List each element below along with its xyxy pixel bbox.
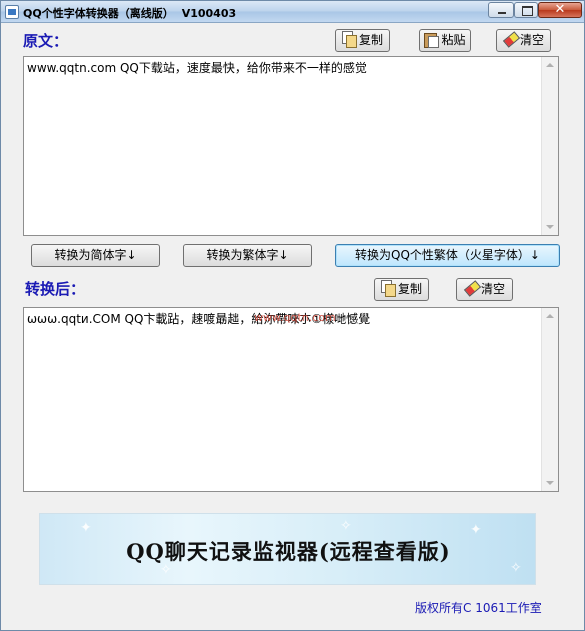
converted-scrollbar[interactable] (541, 308, 558, 491)
minimize-button[interactable] (488, 2, 514, 18)
convert-qq-font-button[interactable]: 转换为QQ个性繁体（火星字体）↓ (335, 244, 560, 267)
copy-icon (341, 31, 357, 48)
scroll-down-arrow-icon[interactable] (542, 218, 558, 235)
close-icon: ✕ (554, 2, 566, 17)
copy-converted-button[interactable]: 复制 (374, 278, 429, 301)
window-version: V100403 (181, 7, 237, 20)
clear-original-button[interactable]: 清空 (496, 29, 551, 52)
copy-icon (380, 280, 396, 297)
clear-converted-label: 清空 (480, 282, 505, 296)
sparkle-icon: ✧ (340, 518, 352, 534)
copy-original-button[interactable]: 复制 (335, 29, 390, 52)
scroll-up-arrow-icon[interactable] (542, 308, 558, 325)
window-title-text: QQ个性字体转换器（离线版） (23, 7, 174, 20)
paste-button[interactable]: 粘贴 (419, 29, 471, 52)
original-label: 原文： (23, 32, 69, 50)
banner-text: QQ聊天记录监视器(远程查看版) (126, 539, 451, 564)
original-text: www.qqtn.com QQ下载站，速度最快，给你带来不一样的感觉 (27, 61, 367, 75)
converted-textarea[interactable]: ωωω.qqtи.COM QQ卞載跕，趚喥朂趉，給沵帶唻朩①樣哋憾覺 www.q… (23, 307, 559, 492)
sparkle-icon: ✦ (80, 520, 92, 536)
promo-banner[interactable]: ✦ ✧ ✦ ✧ ✧ QQ聊天记录监视器(远程查看版) (39, 513, 536, 585)
converted-label: 转换后： (25, 280, 86, 298)
clear-original-label: 清空 (519, 33, 544, 47)
original-textarea[interactable]: www.qqtn.com QQ下载站，速度最快，给你带来不一样的感觉 (23, 56, 559, 236)
original-scrollbar[interactable] (541, 57, 558, 235)
maximize-button[interactable] (514, 2, 538, 18)
paste-icon (424, 31, 440, 48)
scroll-up-arrow-icon[interactable] (542, 57, 558, 74)
copy-converted-label: 复制 (397, 282, 422, 296)
convert-traditional-button[interactable]: 转换为繁体字↓ (183, 244, 312, 267)
app-icon (5, 5, 19, 19)
paste-label: 粘贴 (441, 33, 466, 47)
title-bar[interactable]: QQ个性字体转换器（离线版） V100403 ✕ (1, 1, 584, 23)
scroll-down-arrow-icon[interactable] (542, 474, 558, 491)
window-title: QQ个性字体转换器（离线版） V100403 (23, 5, 236, 21)
watermark-text: www.qqtn.com (254, 311, 336, 324)
eraser-icon (503, 31, 517, 47)
eraser-icon (464, 280, 478, 296)
close-button[interactable]: ✕ (538, 2, 582, 18)
main-window: QQ个性字体转换器（离线版） V100403 ✕ 原文： 复制 粘贴 清空 www… (0, 0, 585, 631)
copyright-text: 版权所有C 1061工作室 (415, 601, 542, 615)
clear-converted-button[interactable]: 清空 (456, 278, 513, 301)
copy-original-label: 复制 (358, 33, 383, 47)
convert-simplified-button[interactable]: 转换为简体字↓ (31, 244, 160, 267)
